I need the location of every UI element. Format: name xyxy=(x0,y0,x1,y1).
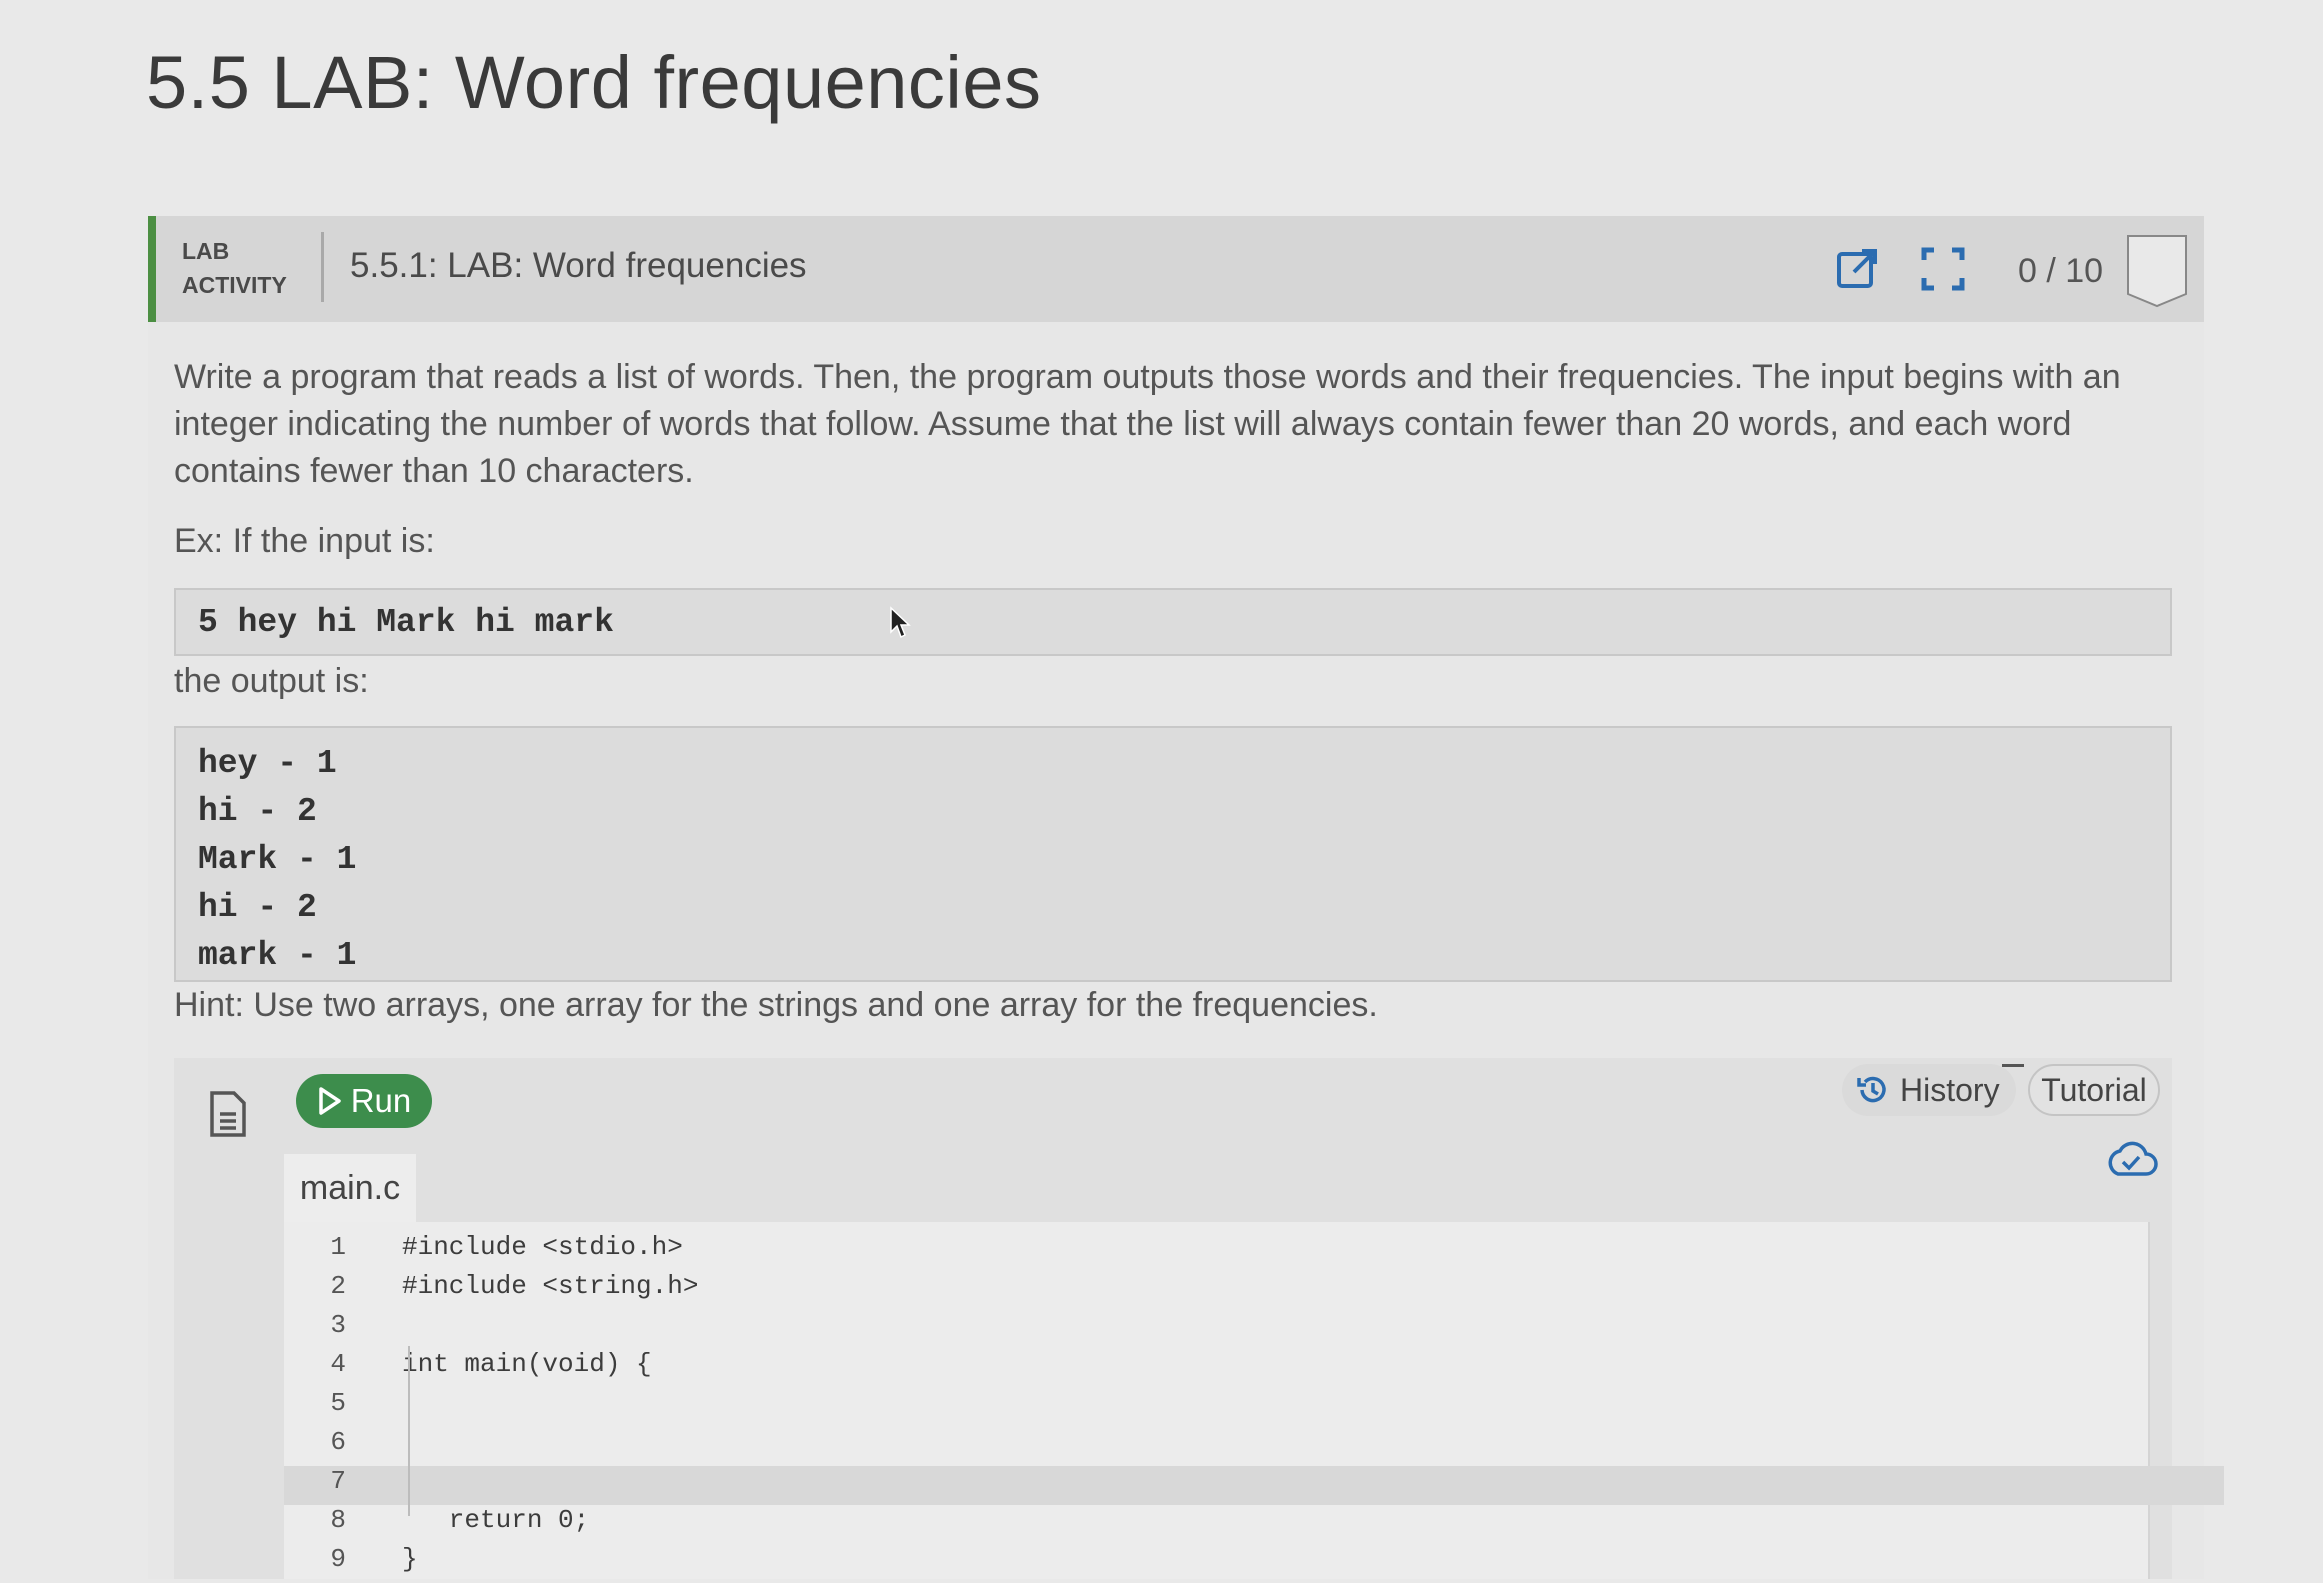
score: 0 / 10 xyxy=(2018,252,2104,290)
code-text: int main(void) { xyxy=(402,1349,652,1379)
history-button[interactable]: History xyxy=(1842,1064,2016,1116)
run-label: Run xyxy=(350,1082,412,1119)
activity-type-label: LAB ACTIVITY xyxy=(182,238,287,298)
output-line: mark - 1 xyxy=(198,937,357,974)
output-line: hi - 2 xyxy=(198,793,317,830)
line-number: 3 xyxy=(330,1310,346,1340)
code-line[interactable]: 9 } xyxy=(284,1544,2224,1583)
code-line[interactable]: 3 xyxy=(284,1310,2224,1349)
code-text: } xyxy=(402,1544,418,1574)
tutorial-label: Tutorial xyxy=(2041,1071,2147,1108)
example-input: 5 hey hi Mark hi mark xyxy=(174,588,2172,656)
activity-name: 5.5.1: LAB: Word frequencies xyxy=(350,246,807,285)
code-line[interactable]: 6 xyxy=(284,1427,2224,1466)
example-output-label: the output is: xyxy=(174,662,369,700)
example-output: hey - 1 hi - 2 Mark - 1 hi - 2 mark - 1 xyxy=(174,726,2172,982)
line-number: 7 xyxy=(330,1466,346,1496)
activity-header: LAB ACTIVITY 5.5.1: LAB: Word frequencie… xyxy=(148,216,2204,322)
output-line: hey - 1 xyxy=(198,745,337,782)
page-title: 5.5 LAB: Word frequencies xyxy=(146,41,1042,124)
code-line[interactable]: 1 #include <stdio.h> xyxy=(284,1232,2224,1271)
fullscreen-icon[interactable] xyxy=(1920,246,1966,292)
external-link-icon[interactable] xyxy=(1834,246,1880,292)
line-number: 9 xyxy=(330,1544,346,1574)
scroll-marker xyxy=(2002,1064,2024,1067)
history-label: History xyxy=(1900,1071,2000,1108)
header-divider xyxy=(321,232,324,302)
code-text: #include <stdio.h> xyxy=(402,1232,683,1262)
line-number: 1 xyxy=(330,1232,346,1262)
code-line[interactable]: 4 int main(void) { xyxy=(284,1349,2224,1388)
lab-activity: LAB ACTIVITY 5.5.1: LAB: Word frequencie… xyxy=(148,216,2224,1579)
line-number: 5 xyxy=(330,1388,346,1418)
mouse-pointer-icon xyxy=(889,606,911,640)
code-line[interactable]: 2 #include <string.h> xyxy=(284,1271,2224,1310)
line-number: 2 xyxy=(330,1271,346,1301)
code-text: return 0; xyxy=(402,1505,590,1535)
score-badge-icon xyxy=(2126,234,2188,308)
play-icon xyxy=(318,1087,341,1115)
history-icon xyxy=(1857,1076,1886,1103)
code-line[interactable]: 8 return 0; xyxy=(284,1505,2224,1544)
file-tab-main-c[interactable]: main.c xyxy=(284,1154,416,1222)
code-line-active[interactable]: 7 xyxy=(284,1466,2224,1505)
hint-text: Hint: Use two arrays, one array for the … xyxy=(174,986,1378,1024)
cloud-saved-icon xyxy=(2104,1138,2158,1180)
activity-content: Write a program that reads a list of wor… xyxy=(174,354,2174,495)
line-number: 8 xyxy=(330,1505,346,1535)
output-line: Mark - 1 xyxy=(198,841,357,878)
code-editor-panel: Run History Tutorial main.c 1 #include <… xyxy=(174,1058,2224,1579)
problem-description: Write a program that reads a list of wor… xyxy=(174,358,2121,490)
line-number: 4 xyxy=(330,1349,346,1379)
code-text: #include <string.h> xyxy=(402,1271,699,1301)
line-number: 6 xyxy=(330,1427,346,1457)
indent-guide xyxy=(408,1346,410,1516)
run-button[interactable]: Run xyxy=(296,1074,432,1128)
example-input-label: Ex: If the input is: xyxy=(174,522,435,560)
file-icon[interactable] xyxy=(206,1090,250,1138)
code-line[interactable]: 5 xyxy=(284,1388,2224,1427)
code-editor[interactable]: 1 #include <stdio.h> 2 #include <string.… xyxy=(284,1222,2224,1579)
output-line: hi - 2 xyxy=(198,889,317,926)
tutorial-button[interactable]: Tutorial xyxy=(2028,1064,2160,1116)
